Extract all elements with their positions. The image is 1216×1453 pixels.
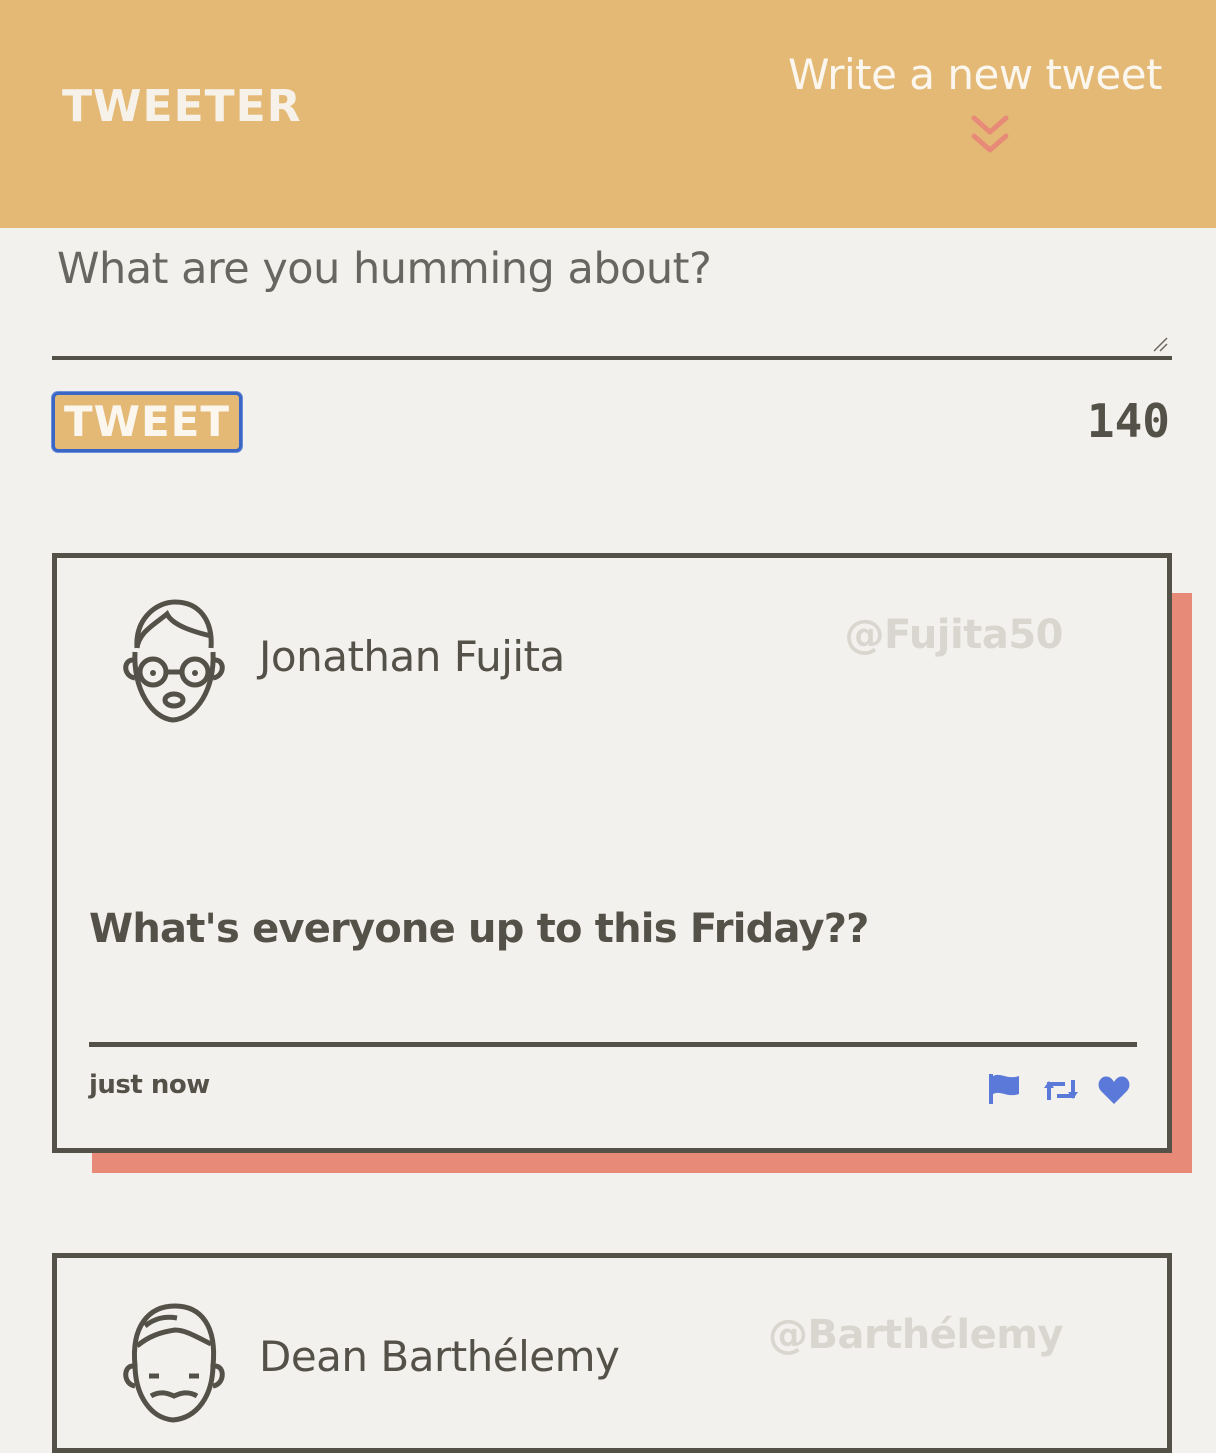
- retweet-icon[interactable]: [1043, 1074, 1079, 1106]
- tweet-author-handle: @Fujita50: [844, 612, 1063, 658]
- double-chevron-down-icon[interactable]: [966, 114, 1014, 160]
- tweet-timestamp: just now: [89, 1070, 210, 1100]
- write-new-tweet-link[interactable]: Write a new tweet: [788, 48, 1162, 102]
- tweet-actions: [985, 1072, 1145, 1112]
- avatar-icon: [123, 1303, 225, 1423]
- tweet-author-name: Jonathan Fujita: [259, 632, 565, 681]
- tweet-content: What's everyone up to this Friday??: [89, 906, 869, 952]
- tweet-author-name: Dean Barthélemy: [259, 1332, 620, 1381]
- tweet-textarea-placeholder: What are you humming about?: [57, 244, 712, 294]
- tweet-card: Jonathan Fujita @Fujita50 What's everyon…: [52, 553, 1172, 1153]
- tweet-card: Dean Barthélemy @Barthélemy: [52, 1253, 1172, 1453]
- tweet-submit-button[interactable]: TWEET: [52, 392, 242, 452]
- avatar-icon: [123, 599, 225, 723]
- tweet-divider: [89, 1042, 1137, 1047]
- heart-icon[interactable]: [1097, 1074, 1131, 1106]
- flag-icon[interactable]: [987, 1072, 1021, 1104]
- tweet-textarea[interactable]: What are you humming about?: [52, 236, 1172, 360]
- tweet-author-handle: @Barthélemy: [767, 1312, 1064, 1358]
- app-logo[interactable]: TWEETER: [62, 82, 302, 132]
- character-counter: 140: [1086, 394, 1170, 448]
- resize-grip-icon[interactable]: [1152, 336, 1168, 352]
- top-nav: TWEETER Write a new tweet: [0, 0, 1216, 228]
